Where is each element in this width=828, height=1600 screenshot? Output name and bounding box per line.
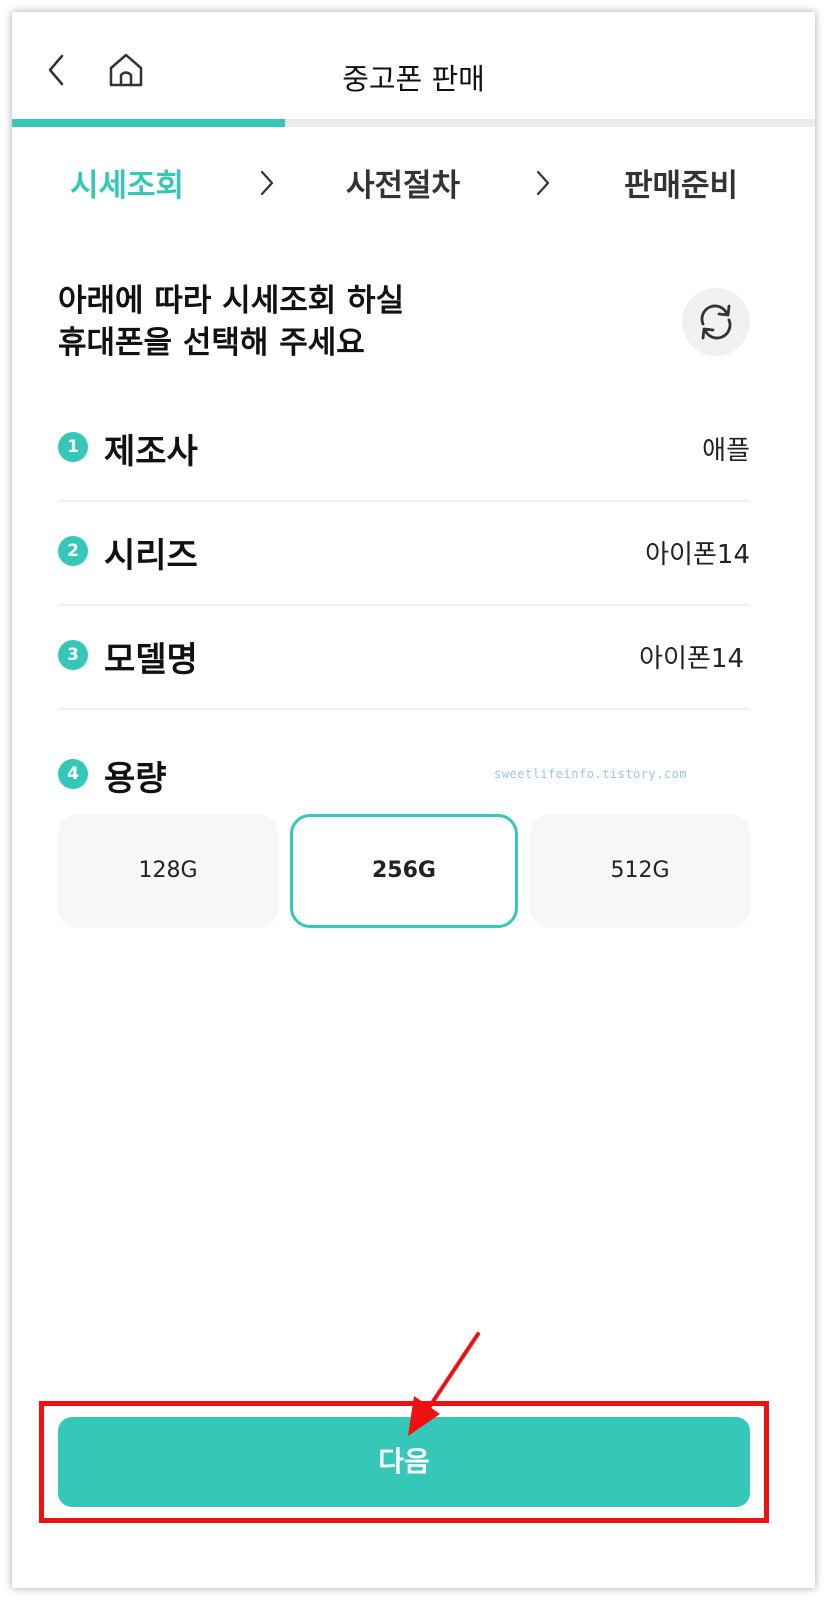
step-number-badge: 4 [58, 759, 88, 789]
field-value: 아이폰14 [645, 540, 750, 570]
capacity-option-256g[interactable]: 256G [290, 814, 518, 928]
field-label: 용량 [104, 759, 167, 799]
step-pre-procedure: 사전절차 [346, 168, 461, 204]
chevron-right-icon [260, 170, 274, 196]
capacity-option-512g[interactable]: 512G [530, 814, 750, 928]
watermark-text: sweetlifeinfo.tistory.com [494, 767, 688, 781]
page-title: 중고폰 판매 [342, 62, 485, 96]
step-price-check: 시세조회 [70, 168, 185, 204]
refresh-button[interactable] [682, 288, 750, 356]
progress-fill [12, 119, 286, 127]
instruction-heading: 아래에 따라 시세조회 하실 휴대폰을 선택해 주세요 [58, 280, 404, 364]
field-row-capacity: 4 용량 [58, 724, 750, 804]
field-value: 아이폰14 [639, 644, 744, 674]
field-label: 제조사 [104, 432, 198, 472]
step-number-badge: 1 [58, 432, 88, 462]
annotation-arrow-icon [408, 1332, 480, 1436]
field-value: 애플 [702, 436, 750, 466]
app-frame: 중고폰 판매 시세조회 사전절차 판매준비 아래에 따라 시세조회 하실 휴대폰… [12, 12, 815, 1588]
heading-line-2: 휴대폰을 선택해 주세요 [58, 325, 365, 361]
step-number-badge: 2 [58, 536, 88, 566]
field-label: 시리즈 [104, 536, 198, 576]
step-number-badge: 3 [58, 640, 88, 670]
heading-line-1: 아래에 따라 시세조회 하실 [58, 283, 405, 319]
field-label: 모델명 [104, 640, 198, 680]
capacity-options: 128G 256G 512G [58, 814, 750, 928]
field-row-manufacturer[interactable]: 1 제조사 애플 [58, 396, 750, 502]
field-row-model[interactable]: 3 모델명 아이폰14 [58, 604, 750, 710]
step-indicator: 시세조회 사전절차 판매준비 [12, 160, 815, 220]
refresh-icon [700, 304, 732, 340]
capacity-option-128g[interactable]: 128G [58, 814, 278, 928]
field-row-series[interactable]: 2 시리즈 아이폰14 [58, 500, 750, 606]
step-sale-prep: 판매준비 [624, 168, 739, 204]
header: 중고폰 판매 [12, 12, 815, 127]
progress-bar [12, 119, 815, 127]
chevron-right-icon [536, 170, 550, 196]
